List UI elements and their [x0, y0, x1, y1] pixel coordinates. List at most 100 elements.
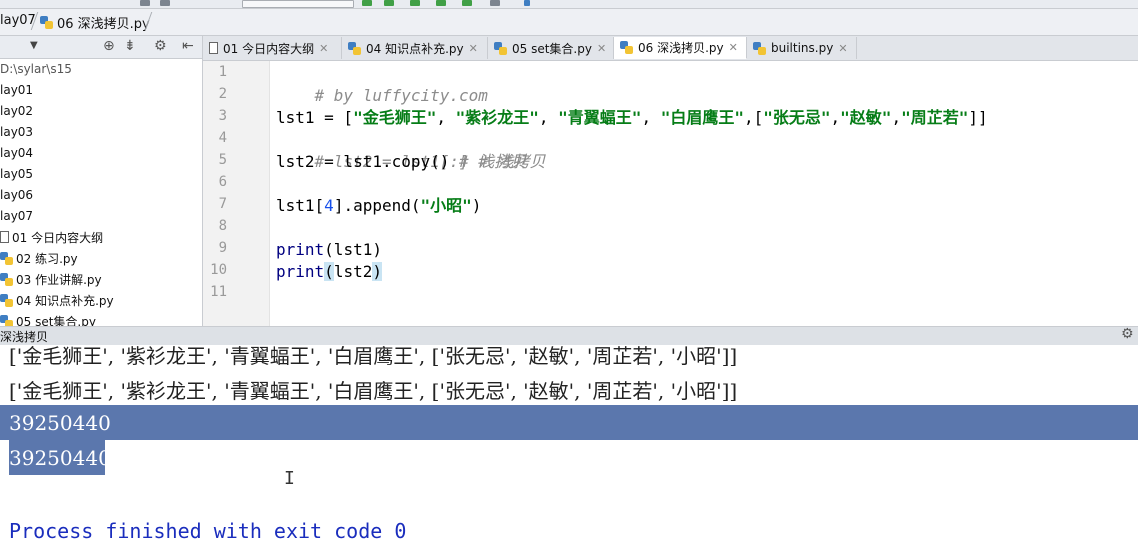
tab-label: builtins.py: [771, 41, 834, 55]
tree-file[interactable]: 03 作业讲解.py: [0, 269, 102, 289]
project-root-label: D:\sylar\s15: [0, 62, 72, 76]
code-line: # lst2 = lst1[:] # 浅拷贝: [276, 129, 546, 171]
tree-folder[interactable]: lay07: [0, 206, 33, 226]
console-output[interactable]: ['金毛狮王', '紫衫龙王', '青翼蝠王', '白眉鹰王', ['张无忌',…: [0, 345, 1138, 550]
hide-panel-icon[interactable]: ⇤: [182, 38, 194, 54]
code-text: lst2 = lst1.copy(): [276, 152, 460, 171]
tree-folder[interactable]: lay02: [0, 101, 33, 121]
code-editor[interactable]: # by luffycity.com lst1 = ["金毛狮王", "紫衫龙王…: [270, 61, 1138, 326]
close-icon[interactable]: ✕: [597, 42, 606, 55]
vcs-icon[interactable]: [490, 0, 500, 6]
run-config-select[interactable]: [242, 0, 354, 8]
document-icon: [209, 42, 218, 54]
line-number: 9: [218, 240, 227, 256]
tree-folder[interactable]: lay04: [0, 143, 33, 163]
tree-file[interactable]: 01 今日内容大纲: [0, 227, 103, 247]
tree-file-label: 03 作业讲解.py: [16, 272, 102, 287]
python-file-icon: [753, 41, 766, 55]
tree-folder[interactable]: lay05: [0, 164, 33, 184]
tab-outline[interactable]: 01 今日内容大纲 ✕: [203, 37, 342, 59]
tree-folder-label: lay02: [0, 104, 34, 118]
coverage-icon[interactable]: [410, 0, 420, 6]
tree-folder-label: lay06: [0, 188, 34, 202]
tree-file[interactable]: 05 set集合.py: [0, 311, 96, 326]
code-comment: # by luffycity.com: [314, 86, 488, 105]
console-line: ['金毛狮王', '紫衫龙王', '青翼蝠王', '白眉鹰王', ['张无忌',…: [9, 345, 738, 368]
code-string: "紫衫龙王": [455, 108, 539, 127]
debug-icon[interactable]: [384, 0, 394, 6]
code-string: "白眉鹰王": [660, 108, 744, 127]
code-string: "小昭": [420, 196, 472, 215]
help-icon[interactable]: [524, 0, 530, 6]
tab-label: 04 知识点补充.py: [366, 41, 464, 56]
line-number-gutter: 1 2 3 4 5 6 7 8 9 10 11: [203, 61, 270, 326]
tab-deepcopy[interactable]: 06 深浅拷贝.py ✕: [614, 37, 747, 59]
python-file-icon: [494, 41, 507, 55]
tree-folder[interactable]: lay06: [0, 185, 33, 205]
code-string: "张无忌": [763, 108, 831, 127]
line-number: 7: [218, 196, 227, 212]
code-text: ].append(: [333, 196, 421, 215]
gear-icon[interactable]: ⚙: [1121, 326, 1134, 342]
tree-folder-label: lay05: [0, 167, 34, 181]
code-line: print(lst1): [276, 239, 382, 261]
python-file-icon: [0, 272, 13, 286]
breadcrumb: lay07 06 深浅拷贝.py: [0, 9, 1138, 36]
code-text: ): [471, 196, 482, 215]
tree-folder-label: lay04: [0, 146, 34, 160]
line-number: 3: [218, 108, 227, 124]
code-line: lst1 = ["金毛狮王", "紫衫龙王", "青翼蝠王", "白眉鹰王",[…: [276, 108, 988, 127]
tree-file-label: 04 知识点补充.py: [16, 293, 114, 308]
run-panel-header: 深浅拷贝 ⚙: [0, 326, 1138, 346]
collapse-icon[interactable]: ⇟: [124, 38, 136, 54]
line-number: 2: [218, 86, 227, 102]
line-number: 5: [218, 152, 227, 168]
code-string: "青翼蝠王": [558, 108, 642, 127]
tree-file-label: 01 今日内容大纲: [12, 230, 104, 245]
tab-label: 05 set集合.py: [512, 41, 592, 56]
tree-file[interactable]: 04 知识点补充.py: [0, 290, 114, 310]
tree-folder[interactable]: lay01: [0, 80, 33, 100]
line-number: 1: [218, 64, 227, 80]
run-panel-title: 深浅拷贝: [0, 330, 49, 344]
text-cursor-icon: I: [284, 468, 295, 489]
console-line: ['金毛狮王', '紫衫龙王', '青翼蝠王', '白眉鹰王', ['张无忌',…: [9, 379, 738, 403]
concurrency-icon[interactable]: [462, 0, 472, 6]
document-icon: [0, 231, 9, 243]
forward-icon[interactable]: [160, 0, 170, 6]
editor-tab-bar: 01 今日内容大纲 ✕ 04 知识点补充.py ✕ 05 set集合.py ✕ …: [203, 36, 1138, 61]
tree-folder[interactable]: lay03: [0, 122, 33, 142]
code-line: # by luffycity.com: [276, 63, 488, 105]
project-panel-header: ▼ ⊕ ⇟ ⚙ ⇤: [0, 36, 202, 59]
code-text: lst1 = [: [276, 108, 354, 127]
line-number: 11: [210, 284, 227, 300]
main-toolbar: [0, 0, 1138, 9]
project-root[interactable]: D:\sylar\s15: [0, 59, 72, 79]
code-line: lst1[4].append("小昭"): [276, 195, 481, 217]
tree-folder-label: lay07: [0, 209, 34, 223]
code-string: "赵敏": [840, 108, 892, 127]
code-text: lst1[: [276, 196, 325, 215]
close-icon[interactable]: ✕: [319, 42, 328, 55]
selection-highlight: [0, 405, 1138, 440]
code-string: "周芷若": [901, 108, 969, 127]
gear-icon[interactable]: ⚙: [154, 38, 167, 54]
tree-file[interactable]: 02 练习.py: [0, 248, 78, 268]
breadcrumb-file[interactable]: 06 深浅拷贝.py: [40, 13, 150, 32]
run-icon[interactable]: [362, 0, 372, 6]
code-string: "金毛狮王": [353, 108, 437, 127]
locate-icon[interactable]: ⊕: [103, 38, 115, 54]
python-file-icon: [0, 314, 13, 326]
tab-knowledge[interactable]: 04 知识点补充.py ✕: [342, 37, 488, 59]
close-icon[interactable]: ✕: [838, 42, 847, 55]
line-number: 6: [218, 174, 227, 190]
tab-set[interactable]: 05 set集合.py ✕: [488, 37, 614, 59]
close-icon[interactable]: ✕: [469, 42, 478, 55]
profile-icon[interactable]: [436, 0, 446, 6]
tab-label: 01 今日内容大纲: [223, 41, 315, 56]
code-text: lst2: [333, 262, 373, 281]
back-icon[interactable]: [140, 0, 150, 6]
close-icon[interactable]: ✕: [729, 41, 738, 54]
tab-builtins[interactable]: builtins.py ✕: [747, 37, 857, 59]
dropdown-chevron-icon[interactable]: ▼: [30, 40, 38, 51]
